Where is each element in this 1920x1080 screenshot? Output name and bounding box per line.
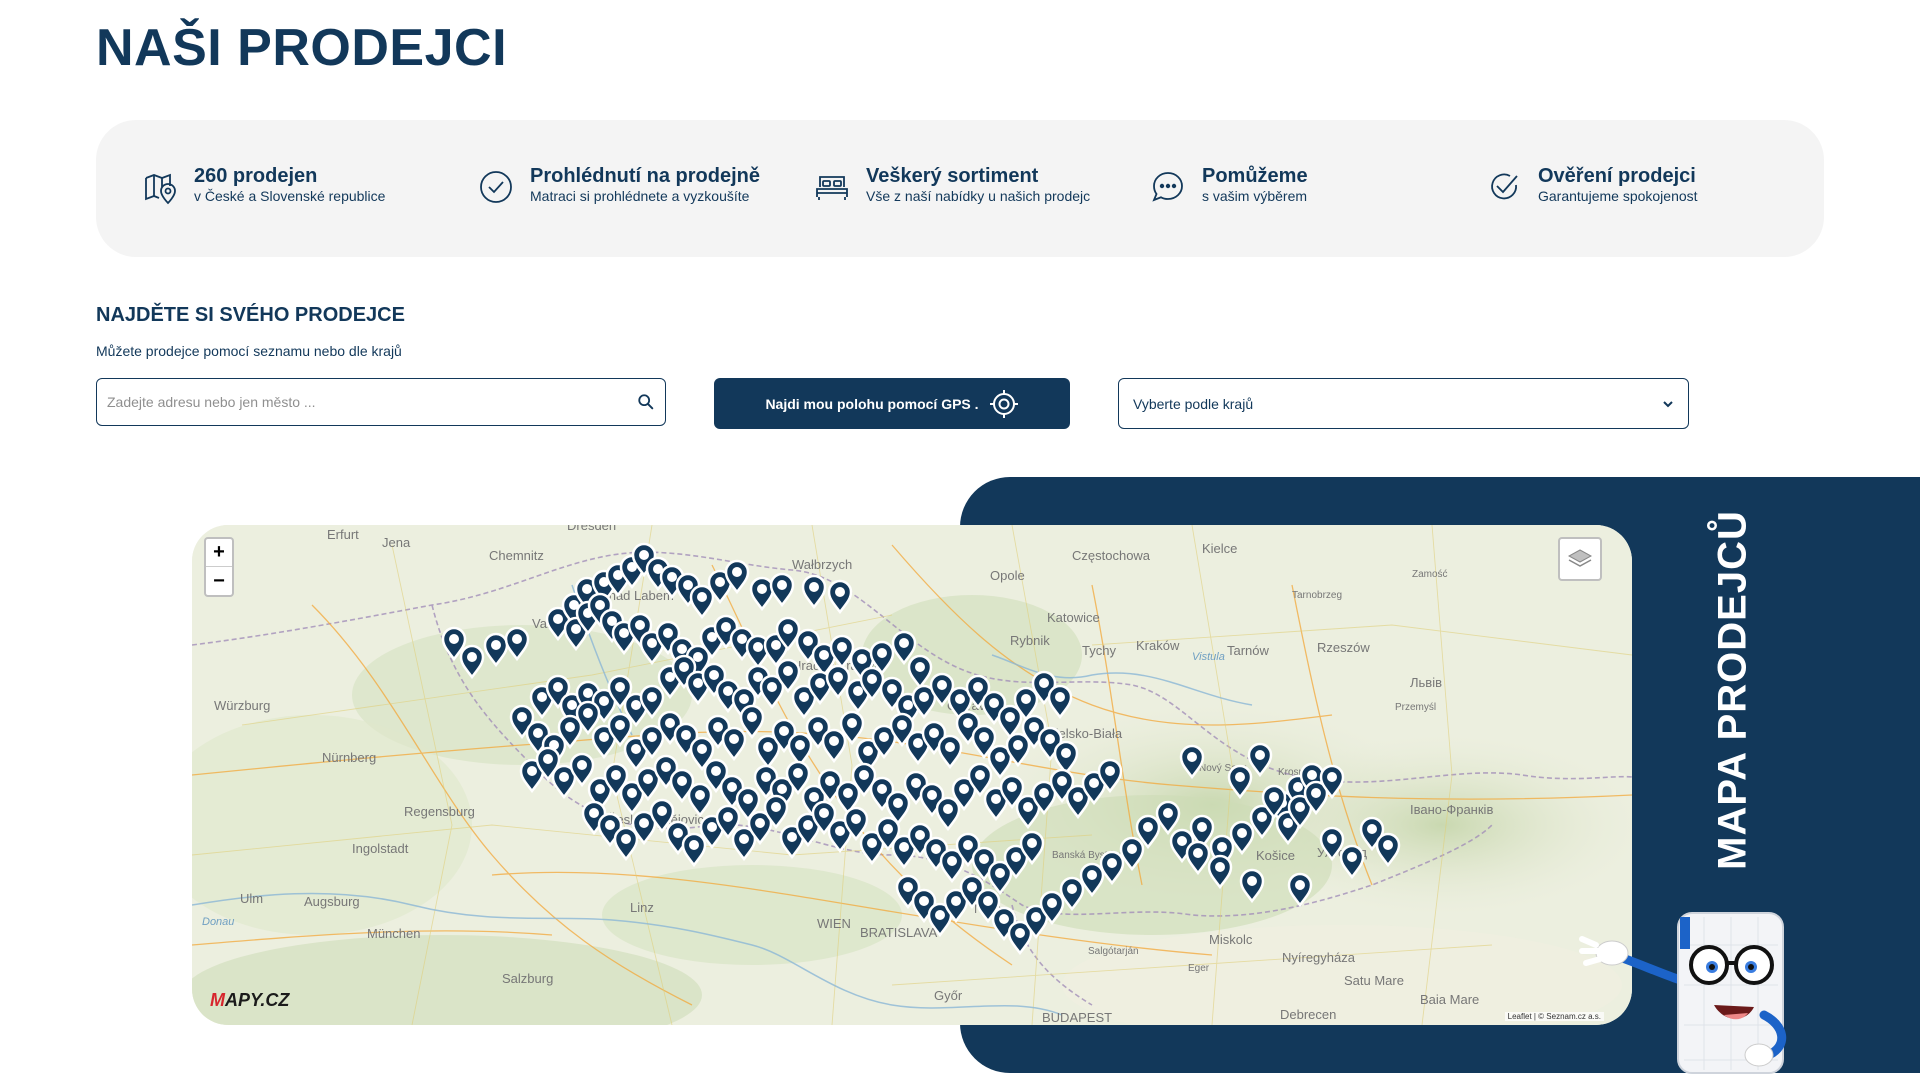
map-river-label: Donau [202, 916, 234, 928]
chevron-down-icon [1663, 400, 1673, 407]
map-city-label: Erfurt [327, 527, 359, 542]
map-city-label: Baia Mare [1420, 992, 1479, 1007]
map-city-label: Nyíregyháza [1282, 950, 1356, 965]
feature-assortment: Veškerý sortiment Vše z naší nabídky u n… [812, 165, 1090, 213]
map-city-label: Tarnobrzeg [1292, 590, 1342, 601]
map-city-label: Kraków [1136, 638, 1180, 653]
chat-icon [1148, 167, 1188, 207]
map-city-label: Częstochowa [1072, 548, 1151, 563]
logo-m: M [210, 990, 225, 1010]
feature-subtitle: Vše z naší nabídky u našich prodejc [866, 188, 1091, 204]
map-city-label: Tarnów [1227, 643, 1270, 658]
feature-title: Veškerý sortiment [866, 165, 1039, 187]
feature-subtitle: Matraci si prohlédnete a vyzkoušíte [530, 188, 750, 204]
map-city-label: München [367, 926, 420, 941]
verified-icon [1484, 167, 1524, 207]
map-city-label: Salzburg [502, 971, 553, 986]
map-city-label: Salgótarján [1088, 946, 1139, 957]
map-city-label: Rybnik [1010, 633, 1050, 648]
dealer-map[interactable]: Erfurt Jena Chemnitz Dresden Wałbrzych O… [192, 525, 1632, 1025]
feature-title: Ověření prodejci [1538, 165, 1696, 187]
gps-button-label: Najdi mou polohu pomocí GPS . [765, 395, 979, 412]
region-select[interactable]: Vyberte podle krajů [1118, 378, 1689, 429]
mattress-mascot [1574, 905, 1804, 1080]
map-city-label: Wałbrzych [792, 557, 852, 572]
map-city-label: WIEN [817, 916, 851, 931]
map-city-label: Eger [1188, 963, 1210, 974]
map-section-title: MAPA PRODEJCŮ [1710, 510, 1755, 870]
map-city-label: Linz [630, 900, 654, 915]
mapy-cz-logo[interactable]: MAPY.CZ [210, 990, 289, 1011]
feature-title: Pomůžeme [1202, 165, 1308, 187]
feature-subtitle: v České a Slovenské republice [194, 188, 386, 204]
crosshair-icon [989, 389, 1018, 418]
map-city-label: Zamość [1412, 569, 1448, 580]
zoom-out-button[interactable]: − [206, 567, 232, 595]
feature-inspection: Prohlédnutí na prodejně Matraci si prohl… [476, 165, 760, 213]
feature-subtitle: Garantujeme spokojenost [1538, 188, 1698, 204]
map-city-label: Nürnberg [322, 750, 376, 765]
map-city-label: BUDAPEST [1042, 1010, 1112, 1025]
map-city-label: Kielce [1202, 541, 1237, 556]
feature-subtitle: s vašim výběrem [1202, 188, 1308, 204]
map-city-label: Győr [934, 988, 963, 1003]
layers-button[interactable] [1558, 537, 1602, 581]
region-select-value: Vyberte podle krajů [1133, 395, 1254, 412]
gps-locate-button[interactable]: Najdi mou polohu pomocí GPS . [714, 378, 1070, 429]
map-city-label: Ingolstadt [352, 841, 409, 856]
logo-text: APY.CZ [225, 990, 290, 1010]
finder-title: NAJDĚTE SI SVÉHO PRODEJCE [96, 304, 405, 326]
map-city-label: Ulm [240, 891, 263, 906]
map-tiles[interactable]: Erfurt Jena Chemnitz Dresden Wałbrzych O… [192, 525, 1632, 1025]
map-city-label: Debrecen [1280, 1007, 1336, 1022]
search-icon[interactable] [637, 393, 655, 411]
search-input[interactable] [107, 379, 617, 425]
zoom-in-button[interactable]: + [206, 539, 232, 567]
map-river-label: Vistula [1192, 651, 1225, 663]
map-city-label: Opole [990, 568, 1025, 583]
layers-icon [1567, 549, 1593, 567]
map-city-label: Jena [382, 535, 411, 550]
feature-stores: 260 prodejen v České a Slovenské republi… [140, 165, 385, 213]
feature-verified: Ověření prodejci Garantujeme spokojenost [1484, 165, 1698, 213]
map-city-label: Košice [1256, 848, 1295, 863]
zoom-control[interactable]: + − [204, 537, 234, 597]
feature-title: Prohlédnutí na prodejně [530, 165, 761, 187]
map-city-label: Dresden [567, 525, 616, 533]
map-city-label: Würzburg [214, 698, 270, 713]
features-bar: 260 prodejen v České a Slovenské republi… [96, 120, 1824, 257]
map-city-label: Chemnitz [489, 548, 544, 563]
map-city-label: Przemyśl [1395, 702, 1436, 713]
feature-title: 260 prodejen [194, 165, 318, 187]
map-city-label: Regensburg [404, 804, 475, 819]
map-city-label: Львів [1410, 675, 1442, 690]
map-city-label: Rzeszów [1317, 640, 1370, 655]
page-title: NAŠI PRODEJCI [96, 19, 508, 77]
search-field[interactable] [96, 378, 666, 426]
map-city-label: Tychy [1082, 643, 1116, 658]
map-city-label: Miskolc [1209, 932, 1253, 947]
check-circle-icon [476, 167, 516, 207]
map-city-label: Івано-Франків [1410, 802, 1493, 817]
map-city-label: Satu Mare [1344, 973, 1404, 988]
finder-subtitle: Můžete prodejce pomocí seznamu nebo dle … [96, 343, 402, 359]
map-city-label: Katowice [1047, 610, 1100, 625]
feature-help: Pomůžeme s vašim výběrem [1148, 165, 1308, 213]
map-city-label: BRATISLAVA [860, 925, 938, 940]
map-pin-icon [140, 167, 180, 207]
bed-icon [812, 167, 852, 207]
map-city-label: Augsburg [304, 894, 360, 909]
